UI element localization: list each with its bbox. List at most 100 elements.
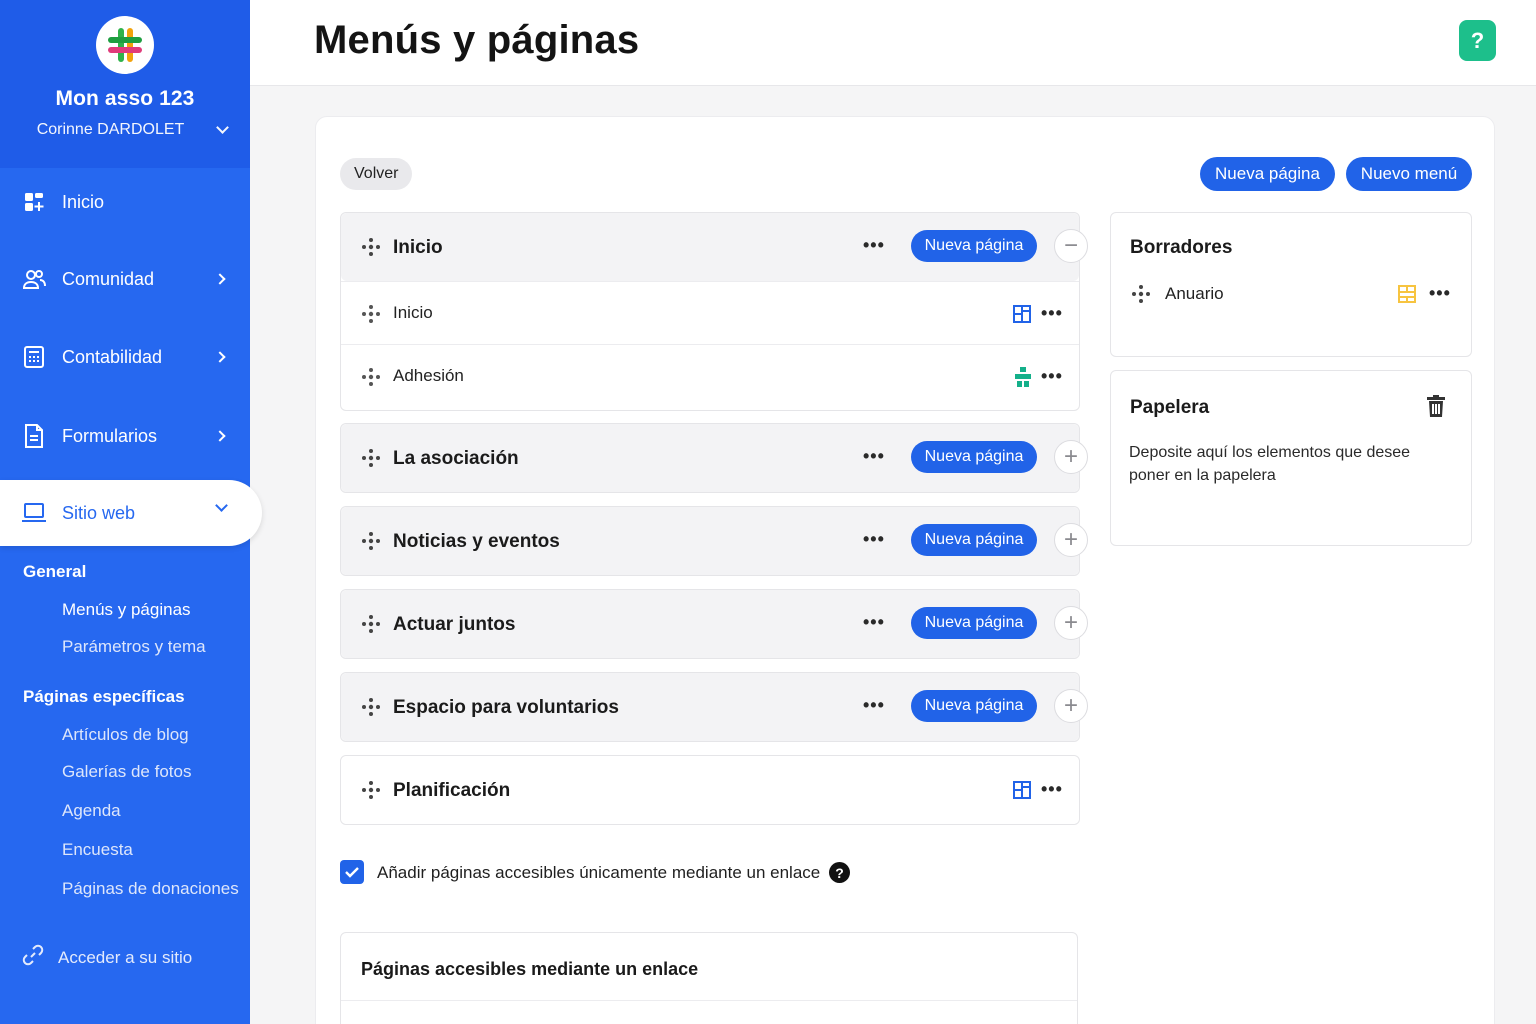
- page-title: Inicio: [393, 303, 433, 322]
- chevron-down-icon: [215, 499, 228, 512]
- plus-icon: +: [1063, 526, 1078, 553]
- link-only-label[interactable]: Añadir páginas accesibles únicamente med…: [377, 863, 820, 883]
- page-row[interactable]: Inicio •••: [341, 281, 1079, 343]
- sidebar-subitem-parametros[interactable]: Parámetros y tema: [62, 637, 206, 657]
- link-only-checkbox[interactable]: [340, 860, 364, 884]
- help-circle-icon[interactable]: ?: [829, 862, 850, 883]
- drag-handle-icon[interactable]: [361, 531, 381, 551]
- drag-handle-icon[interactable]: [361, 614, 381, 634]
- drag-handle-icon[interactable]: [361, 237, 381, 257]
- section-general: General: [23, 562, 87, 581]
- dashboard-icon: [22, 190, 46, 214]
- sidebar-subitem-menus[interactable]: Menús y páginas: [62, 600, 191, 620]
- chevron-right-icon: [214, 273, 226, 285]
- expand-button[interactable]: +: [1054, 523, 1088, 557]
- more-options-icon[interactable]: •••: [1429, 283, 1451, 304]
- laptop-icon: [22, 501, 46, 525]
- access-site-link[interactable]: Acceder a su sitio: [22, 944, 192, 971]
- sidebar-subitem-encuesta[interactable]: Encuesta: [62, 840, 133, 860]
- section-paginas-especificas: Páginas específicas: [23, 687, 185, 706]
- sidebar-subitem-galerias[interactable]: Galerías de fotos: [62, 762, 191, 782]
- expand-button[interactable]: +: [1054, 689, 1088, 723]
- divider: [341, 1000, 1077, 1001]
- sidebar-item-label: Comunidad: [62, 268, 155, 289]
- menu-new-page-button[interactable]: Nueva página: [911, 607, 1037, 639]
- menu-new-page-button[interactable]: Nueva página: [911, 441, 1037, 473]
- collapse-button[interactable]: −: [1054, 229, 1088, 263]
- sidebar-item-formularios[interactable]: Formularios: [0, 406, 250, 466]
- sidebar-item-label: Sitio web: [62, 502, 136, 523]
- menu-la-asociacion: La asociación ••• Nueva página: [340, 423, 1080, 493]
- drag-handle-icon[interactable]: [361, 448, 381, 468]
- trash-panel[interactable]: Papelera Deposite aquí los elementos que…: [1110, 370, 1472, 546]
- menu-header[interactable]: Noticias y eventos ••• Nueva página: [341, 507, 1079, 575]
- drag-handle-icon[interactable]: [361, 697, 381, 717]
- sidebar-item-sitio-web[interactable]: Sitio web: [0, 480, 262, 546]
- menu-espacio-voluntarios: Espacio para voluntarios ••• Nueva págin…: [340, 672, 1080, 742]
- sidebar-item-inicio[interactable]: Inicio: [0, 172, 250, 232]
- drag-handle-icon[interactable]: [1131, 284, 1151, 304]
- chevron-right-icon: [214, 351, 226, 363]
- users-icon: [22, 267, 46, 291]
- sidebar-item-contabilidad[interactable]: Contabilidad: [0, 327, 250, 387]
- sidebar-item-label: Contabilidad: [62, 346, 163, 367]
- sidebar-subitem-agenda[interactable]: Agenda: [62, 801, 121, 821]
- check-icon: [345, 867, 359, 878]
- sidebar-subitem-donaciones[interactable]: Páginas de donaciones: [62, 879, 239, 899]
- more-options-icon[interactable]: •••: [863, 235, 885, 256]
- minus-icon: −: [1063, 232, 1078, 259]
- menu-header[interactable]: Inicio ••• Nueva página: [341, 213, 1079, 281]
- drafts-title: Borradores: [1130, 237, 1233, 258]
- more-options-icon[interactable]: •••: [863, 612, 885, 633]
- more-options-icon[interactable]: •••: [863, 695, 885, 716]
- more-options-icon[interactable]: •••: [1041, 303, 1063, 324]
- access-site-label: Acceder a su sitio: [58, 947, 193, 967]
- more-options-icon[interactable]: •••: [1041, 779, 1063, 800]
- expand-button[interactable]: +: [1054, 440, 1088, 474]
- more-options-icon[interactable]: •••: [863, 529, 885, 550]
- org-logo[interactable]: [96, 16, 154, 74]
- trash-description: Deposite aquí los elementos que desee po…: [1129, 444, 1411, 484]
- user-switcher[interactable]: Corinne DARDOLET: [0, 121, 250, 139]
- drag-handle-icon[interactable]: [361, 304, 381, 324]
- link-icon: [22, 944, 44, 971]
- user-name: Corinne DARDOLET: [36, 121, 185, 138]
- help-button[interactable]: ?: [1459, 20, 1496, 61]
- menu-title: Planificación: [393, 780, 511, 801]
- back-button[interactable]: Volver: [340, 158, 413, 190]
- menu-new-page-button[interactable]: Nueva página: [911, 690, 1037, 722]
- menu-header[interactable]: La asociación ••• Nueva página: [341, 424, 1079, 492]
- menu-header[interactable]: Planificación •••: [341, 756, 1079, 824]
- menu-new-page-button[interactable]: Nueva página: [911, 524, 1037, 556]
- drag-handle-icon[interactable]: [361, 780, 381, 800]
- menu-inicio: Inicio ••• Nueva página Inicio ••• Adhes…: [340, 212, 1080, 411]
- sidebar-header: Mon asso 123 Corinne DARDOLET: [0, 0, 250, 168]
- drag-handle-icon[interactable]: [361, 367, 381, 387]
- new-menu-button[interactable]: Nuevo menú: [1346, 157, 1472, 191]
- plus-icon: +: [1063, 609, 1078, 636]
- menu-new-page-button[interactable]: Nueva página: [911, 230, 1037, 262]
- sidebar: Mon asso 123 Corinne DARDOLET Inicio Com…: [0, 0, 262, 1024]
- link-pages-panel: Páginas accesibles mediante un enlace: [340, 932, 1078, 1024]
- new-page-button[interactable]: Nueva página: [1200, 157, 1335, 191]
- more-options-icon[interactable]: •••: [863, 446, 885, 467]
- menu-header[interactable]: Actuar juntos ••• Nueva página: [341, 590, 1079, 658]
- plus-icon: +: [1063, 692, 1078, 719]
- layout-blocks-icon: [1013, 305, 1031, 323]
- draft-title: Anuario: [1165, 284, 1224, 303]
- menu-title: Actuar juntos: [393, 614, 516, 635]
- hashtag-logo-icon: [108, 28, 142, 62]
- sidebar-item-comunidad[interactable]: Comunidad: [0, 249, 250, 309]
- more-options-icon[interactable]: •••: [1041, 366, 1063, 387]
- page-row[interactable]: Adhesión •••: [341, 344, 1079, 410]
- expand-button[interactable]: +: [1054, 606, 1088, 640]
- sidebar-subitem-blog[interactable]: Artículos de blog: [62, 725, 189, 745]
- menu-title: Noticias y eventos: [393, 531, 560, 552]
- trash-title: Papelera: [1130, 397, 1210, 418]
- menu-title: La asociación: [393, 448, 519, 469]
- chevron-down-icon: [216, 121, 230, 134]
- link-pages-title: Páginas accesibles mediante un enlace: [361, 959, 699, 979]
- menu-header[interactable]: Espacio para voluntarios ••• Nueva págin…: [341, 673, 1079, 741]
- calculator-icon: [22, 345, 46, 369]
- draft-item[interactable]: Anuario •••: [1111, 281, 1471, 307]
